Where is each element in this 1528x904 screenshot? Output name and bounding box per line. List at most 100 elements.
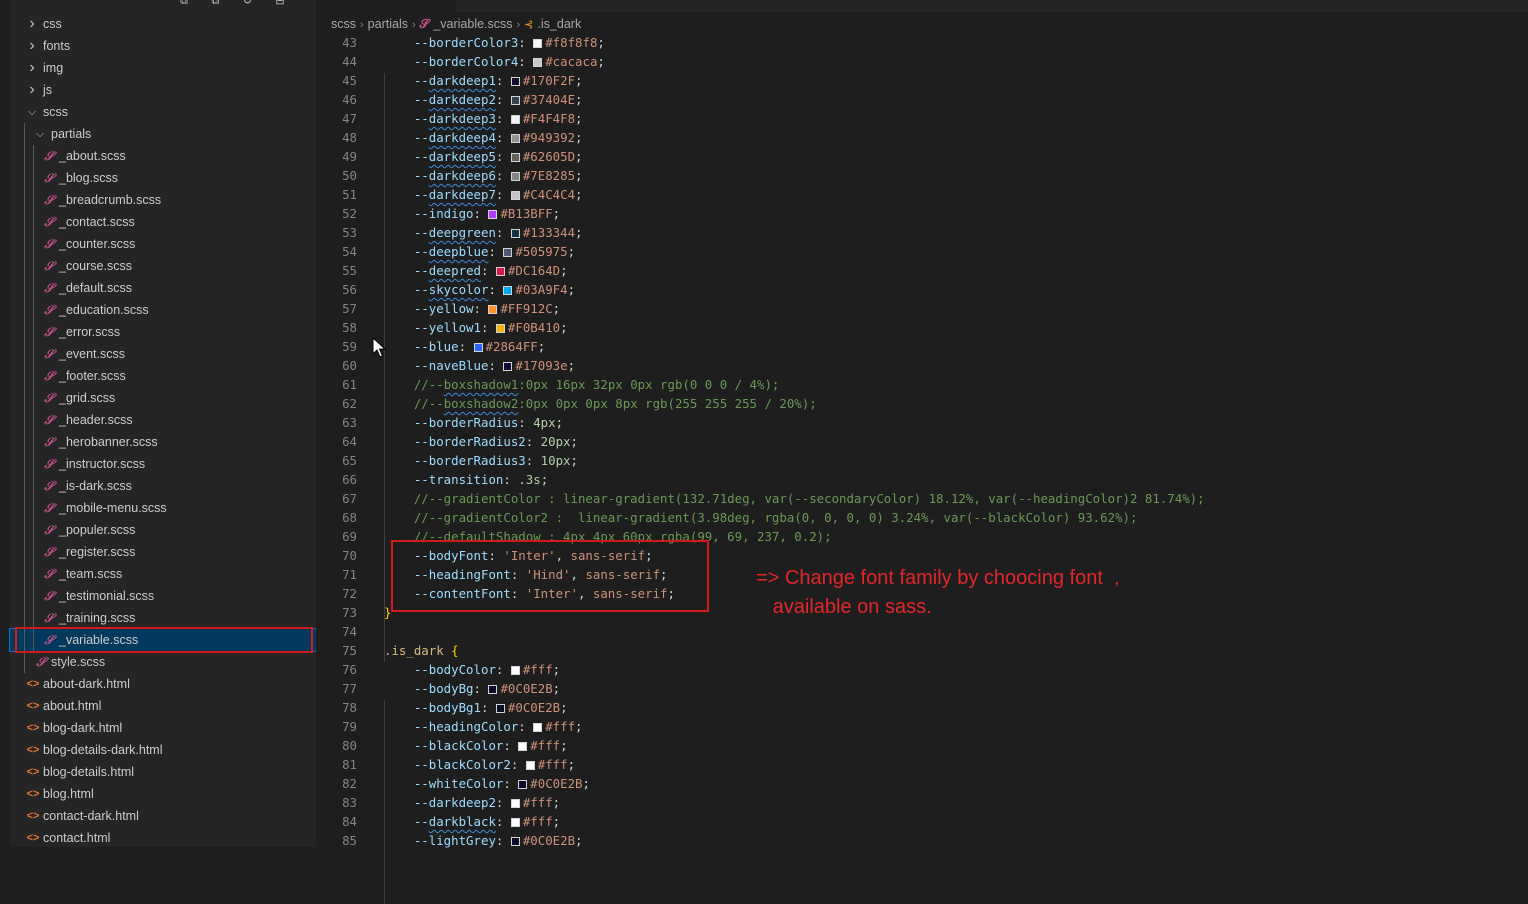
code-token: ; bbox=[575, 719, 583, 734]
code-value: #fff bbox=[522, 795, 553, 810]
tree-file-blog-details-html[interactable]: <> blog-details.html bbox=[10, 761, 316, 783]
color-swatch[interactable] bbox=[510, 799, 520, 808]
explorer-toolbar-icons[interactable]: ⧉ ⧉ ↻ ⊟ bbox=[180, 0, 295, 8]
color-swatch[interactable] bbox=[503, 362, 513, 371]
tree-item-label: _grid.scss bbox=[59, 391, 116, 405]
tree-file-education-scss[interactable]: 𝒮 _education.scss bbox=[10, 299, 316, 321]
code-token: : bbox=[495, 814, 511, 829]
tree-item-label: _instructor.scss bbox=[59, 457, 146, 471]
code-content: --deepred: #DC164D; bbox=[384, 261, 568, 280]
tree-file-footer-scss[interactable]: 𝒮 _footer.scss bbox=[10, 365, 316, 387]
tree-file-contact-dark-html[interactable]: <> contact-dark.html bbox=[10, 805, 316, 827]
sass-file-icon: 𝒮 bbox=[44, 215, 54, 229]
tree-file-team-scss[interactable]: 𝒮 _team.scss bbox=[10, 563, 316, 585]
tree-folder-partials[interactable]: ⌵ partials bbox=[10, 123, 316, 145]
tree-file-instructor-scss[interactable]: 𝒮 _instructor.scss bbox=[10, 453, 316, 475]
tree-file-populer-scss[interactable]: 𝒮 _populer.scss bbox=[10, 519, 316, 541]
code-content: --skycolor: #03A9F4; bbox=[384, 280, 575, 299]
breadcrumb-item[interactable]: scss bbox=[331, 17, 356, 31]
code-token: : bbox=[503, 738, 519, 753]
breadcrumb-item[interactable]: _variable.scss bbox=[433, 17, 512, 31]
color-swatch[interactable] bbox=[525, 761, 535, 770]
line-number: 74 bbox=[342, 624, 357, 639]
code-token: : bbox=[495, 662, 511, 677]
code-token: ; bbox=[552, 814, 561, 829]
color-swatch[interactable] bbox=[488, 685, 498, 694]
color-swatch[interactable] bbox=[518, 780, 528, 789]
tree-file-grid-scss[interactable]: 𝒮 _grid.scss bbox=[10, 387, 316, 409]
color-swatch[interactable] bbox=[533, 723, 543, 732]
tree-file-blog-html[interactable]: <> blog.html bbox=[10, 783, 316, 805]
code-comment: //-- bbox=[413, 396, 444, 411]
tree-file-contact-scss[interactable]: 𝒮 _contact.scss bbox=[10, 211, 316, 233]
tree-file-style-scss[interactable]: 𝒮style.scss bbox=[10, 651, 316, 673]
code-indent-guide bbox=[384, 700, 385, 904]
tree-file-blog-dark-html[interactable]: <> blog-dark.html bbox=[10, 717, 316, 739]
color-swatch[interactable] bbox=[510, 837, 520, 846]
tree-file-register-scss[interactable]: 𝒮 _register.scss bbox=[10, 541, 316, 563]
code-token: : bbox=[473, 206, 489, 221]
code-content: .is_dark { bbox=[384, 641, 459, 660]
line-number: 44 bbox=[342, 54, 357, 69]
code-token: : bbox=[495, 187, 511, 202]
tree-file-about-html[interactable]: <> about.html bbox=[10, 695, 316, 717]
tree-file-testimonial-scss[interactable]: 𝒮 _testimonial.scss bbox=[10, 585, 316, 607]
code-token: : bbox=[495, 168, 511, 183]
color-swatch[interactable] bbox=[510, 153, 520, 162]
color-swatch[interactable] bbox=[510, 666, 520, 675]
color-swatch[interactable] bbox=[510, 115, 520, 124]
tree-file-mobile-menu-scss[interactable]: 𝒮 _mobile-menu.scss bbox=[10, 497, 316, 519]
color-swatch[interactable] bbox=[510, 134, 520, 143]
line-number: 76 bbox=[342, 662, 357, 677]
color-swatch[interactable] bbox=[518, 742, 528, 751]
color-swatch[interactable] bbox=[503, 248, 513, 257]
color-swatch[interactable] bbox=[510, 818, 520, 827]
color-swatch[interactable] bbox=[495, 704, 505, 713]
code-editor[interactable]: scss › partials › 𝒮 _variable.scss › ⊰ .is_dark … bbox=[316, 0, 1528, 904]
color-swatch[interactable] bbox=[533, 39, 543, 48]
tree-folder-img[interactable]: › img bbox=[10, 57, 316, 79]
color-swatch[interactable] bbox=[495, 267, 505, 276]
tree-folder-css[interactable]: › css bbox=[10, 13, 316, 35]
code-value: #133344 bbox=[522, 225, 576, 240]
tree-folder-fonts[interactable]: › fonts bbox=[10, 35, 316, 57]
color-swatch[interactable] bbox=[495, 324, 505, 333]
tree-file-error-scss[interactable]: 𝒮 _error.scss bbox=[10, 321, 316, 343]
color-swatch[interactable] bbox=[533, 58, 543, 67]
tree-folder-scss[interactable]: ⌵ scss bbox=[10, 101, 316, 123]
tree-file-contact-html[interactable]: <> contact.html bbox=[10, 827, 316, 849]
color-swatch[interactable] bbox=[510, 229, 520, 238]
code-token: : bbox=[480, 320, 496, 335]
tree-file-is-dark-scss[interactable]: 𝒮 _is-dark.scss bbox=[10, 475, 316, 497]
tree-file-about-scss[interactable]: 𝒮 _about.scss bbox=[10, 145, 316, 167]
tree-file-breadcrumb-scss[interactable]: 𝒮 _breadcrumb.scss bbox=[10, 189, 316, 211]
code-content: --darkdeep2: #37404E; bbox=[384, 90, 583, 109]
tree-file-header-scss[interactable]: 𝒮 _header.scss bbox=[10, 409, 316, 431]
color-swatch[interactable] bbox=[488, 210, 498, 219]
color-swatch[interactable] bbox=[510, 77, 520, 86]
tab-variable-scss[interactable] bbox=[316, 0, 456, 12]
tree-file-herobanner-scss[interactable]: 𝒮 _herobanner.scss bbox=[10, 431, 316, 453]
code-token: : bbox=[488, 244, 504, 259]
tree-file-about-dark-html[interactable]: <> about-dark.html bbox=[10, 673, 316, 695]
tree-file-blog-scss[interactable]: 𝒮 _blog.scss bbox=[10, 167, 316, 189]
tree-folder-js[interactable]: › js bbox=[10, 79, 316, 101]
tree-file-default-scss[interactable]: 𝒮 _default.scss bbox=[10, 277, 316, 299]
color-swatch[interactable] bbox=[503, 286, 513, 295]
color-swatch[interactable] bbox=[473, 343, 483, 352]
tree-file-counter-scss[interactable]: 𝒮 _counter.scss bbox=[10, 233, 316, 255]
code-property: --borderRadius3 bbox=[413, 453, 526, 468]
sass-file-icon: 𝒮 bbox=[44, 523, 54, 537]
breadcrumb-item[interactable]: partials bbox=[368, 17, 408, 31]
color-swatch[interactable] bbox=[510, 191, 520, 200]
line-number: 69 bbox=[342, 529, 357, 544]
color-swatch[interactable] bbox=[510, 96, 520, 105]
color-swatch[interactable] bbox=[488, 305, 498, 314]
color-swatch[interactable] bbox=[510, 172, 520, 181]
tree-file-blog-details-dark-html[interactable]: <> blog-details-dark.html bbox=[10, 739, 316, 761]
tree-file-event-scss[interactable]: 𝒮 _event.scss bbox=[10, 343, 316, 365]
tree-file-course-scss[interactable]: 𝒮 _course.scss bbox=[10, 255, 316, 277]
breadcrumb-item[interactable]: .is_dark bbox=[537, 17, 581, 31]
tree-file-training-scss[interactable]: 𝒮 _training.scss bbox=[10, 607, 316, 629]
line-number: 67 bbox=[342, 491, 357, 506]
